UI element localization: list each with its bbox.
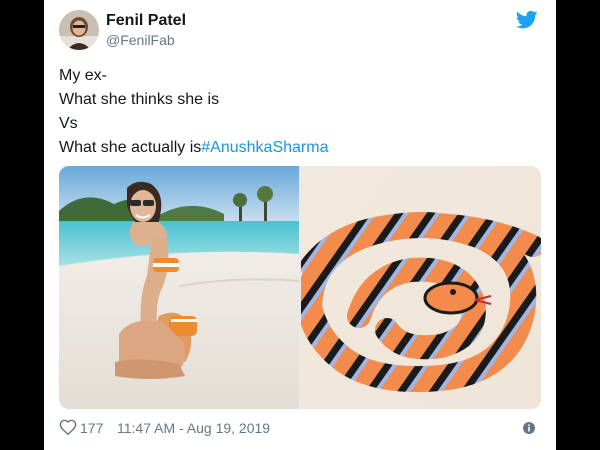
twitter-bird-icon[interactable] xyxy=(515,10,538,30)
avatar[interactable] xyxy=(59,10,99,50)
woman-on-beach-photo[interactable] xyxy=(59,166,300,409)
tweet-text-line-1: My ex- xyxy=(59,67,107,84)
likes-count[interactable]: 177 xyxy=(80,420,103,436)
author-name[interactable]: Fenil Patel xyxy=(106,12,186,30)
toy-snake-photo[interactable] xyxy=(295,166,541,409)
tweet-text-line-3: Vs xyxy=(59,115,78,132)
author-handle[interactable]: @FenilFab xyxy=(106,32,175,48)
tweet-footer: 177 11:47 AM - Aug 19, 2019 xyxy=(59,418,541,440)
timestamp[interactable]: 11:47 AM - Aug 19, 2019 xyxy=(117,420,270,436)
tweet-text-line-4: What she actually is#AnushkaSharma xyxy=(59,136,539,160)
tweet-text-line-4-text: What she actually is xyxy=(59,139,202,156)
tweet-text-line-2: What she thinks she is xyxy=(59,91,220,108)
tweet-media xyxy=(59,166,541,409)
tweet-text: My ex- What she thinks she is Vs What sh… xyxy=(59,64,539,160)
heart-icon[interactable] xyxy=(59,419,77,436)
info-icon[interactable] xyxy=(523,421,535,434)
hashtag-link[interactable]: #AnushkaSharma xyxy=(201,139,328,156)
tweet-card: Fenil Patel @FenilFab My ex- What she th… xyxy=(44,0,556,450)
